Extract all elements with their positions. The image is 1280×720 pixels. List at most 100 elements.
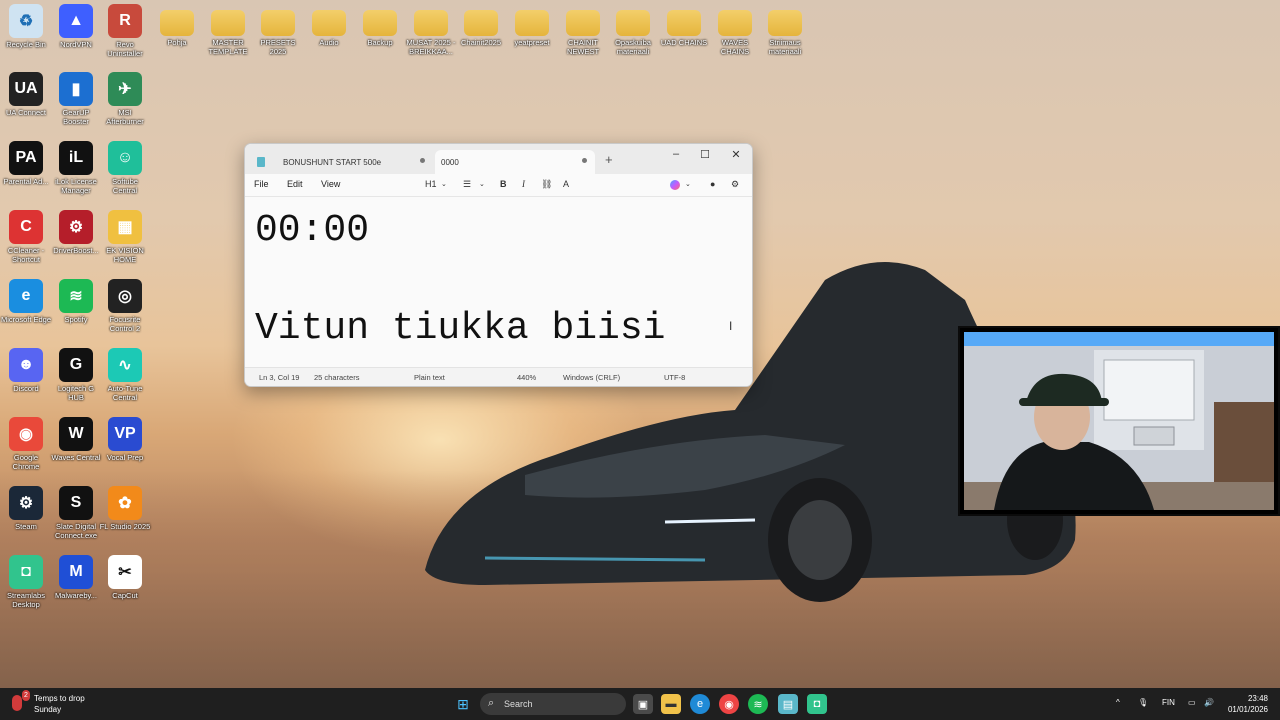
weather-widget[interactable]: 2 Temps to drop Sunday bbox=[12, 690, 85, 715]
microphone-icon[interactable]: 🎙 bbox=[1138, 698, 1148, 707]
driverbooster-icon: ⚙ bbox=[59, 210, 93, 244]
tab-0000[interactable]: 0000 bbox=[435, 150, 595, 174]
link-icon[interactable]: ⛓ bbox=[541, 179, 552, 190]
minimize-button[interactable]: – bbox=[666, 148, 686, 160]
desktop-icon[interactable]: ☺ Softube Central bbox=[99, 141, 151, 195]
desktop-icon[interactable]: ◘ Streamlabs Desktop bbox=[0, 555, 52, 609]
notepad-window: BONUSHUNT START 500e 0000 + – ☐ ✕ File E… bbox=[244, 143, 753, 387]
desktop-icon[interactable]: ▦ EK VISION HOME bbox=[99, 210, 151, 264]
status-char-count: 25 characters bbox=[314, 373, 360, 382]
desktop-icon[interactable]: iL iLok License Manager bbox=[50, 141, 102, 195]
desktop-icon[interactable]: UAD CHAINS bbox=[658, 4, 710, 47]
desktop-icon[interactable]: ☻ Discord bbox=[0, 348, 52, 393]
desktop-icon[interactable]: Opaskuiba materiaali bbox=[607, 4, 659, 56]
thermometer-icon bbox=[12, 695, 22, 711]
desktop-icon[interactable]: C CCleaner - Shortcut bbox=[0, 210, 52, 264]
notepad-icon[interactable]: ▤ bbox=[778, 694, 798, 714]
desktop-icon[interactable]: ▲ NordVPN bbox=[50, 4, 102, 49]
file-explorer-icon[interactable]: ▬ bbox=[661, 694, 681, 714]
folder-icon bbox=[718, 10, 752, 36]
close-button[interactable]: ✕ bbox=[726, 148, 746, 161]
desktop-icon-label: Opaskuiba materiaali bbox=[615, 38, 651, 56]
list-icon[interactable]: ☰ bbox=[463, 179, 471, 190]
desktop-icon[interactable]: Pohja bbox=[151, 4, 203, 47]
webcam-overlay bbox=[958, 326, 1280, 516]
folder-icon bbox=[464, 10, 498, 36]
webcam-feed bbox=[964, 332, 1274, 510]
language-indicator[interactable]: FIN bbox=[1162, 698, 1175, 707]
copilot-icon[interactable] bbox=[670, 180, 680, 190]
volume-icon[interactable]: 🔊 bbox=[1204, 698, 1214, 707]
desktop-icon-label: iLok License Manager bbox=[55, 177, 97, 195]
taskbar-search[interactable]: ⌕ Search bbox=[480, 693, 626, 715]
desktop-icon[interactable]: Chainit2025 bbox=[455, 4, 507, 47]
desktop-icon[interactable]: MASTER TEMPLATE bbox=[202, 4, 254, 56]
logitech-icon: G bbox=[59, 348, 93, 382]
desktop-icon[interactable]: ◎ Focusrite Control 2 bbox=[99, 279, 151, 333]
text-line-3: Vitun tiukka biisi bbox=[255, 307, 666, 350]
desktop-icon-label: Spotify bbox=[64, 315, 88, 324]
bold-button[interactable]: B bbox=[500, 179, 507, 189]
new-tab-button[interactable]: + bbox=[605, 152, 613, 167]
desktop-icon[interactable]: ◉ Google Chrome bbox=[0, 417, 52, 471]
chevron-down-icon: ⌄ bbox=[441, 181, 447, 188]
desktop-icon[interactable]: ♻ Recycle Bin bbox=[0, 4, 52, 49]
maximize-button[interactable]: ☐ bbox=[695, 148, 715, 161]
desktop-icon-label: Streamlabs Desktop bbox=[7, 591, 45, 609]
start-windows-icon[interactable]: ⊞ bbox=[453, 694, 473, 714]
desktop-icon[interactable]: ✂ CapCut bbox=[99, 555, 151, 600]
italic-button[interactable]: I bbox=[522, 179, 525, 189]
desktop-icon[interactable]: e Microsoft Edge bbox=[0, 279, 52, 324]
desktop-icon[interactable]: W Waves Central bbox=[50, 417, 102, 462]
desktop-icon[interactable]: ∿ Auto-Tune Central bbox=[99, 348, 151, 402]
nordvpn-icon: ▲ bbox=[59, 4, 93, 38]
desktop-icon[interactable]: Audio bbox=[303, 4, 355, 47]
desktop-icon-label: UAD CHAINS bbox=[660, 38, 708, 47]
desktop-icon[interactable]: ⚙ Steam bbox=[0, 486, 52, 531]
desktop-icon[interactable]: M Malwareby... bbox=[50, 555, 102, 600]
chevron-up-icon[interactable]: ^ bbox=[1116, 698, 1120, 707]
desktop-icon[interactable]: WAVES CHAINS bbox=[709, 4, 761, 56]
desktop-icon[interactable]: ▮ GearUP Booster bbox=[50, 72, 102, 126]
desktop-icon[interactable]: VP Vocal Prep bbox=[99, 417, 151, 462]
menu-view[interactable]: View bbox=[321, 179, 340, 189]
desktop-icon[interactable]: Backup bbox=[354, 4, 406, 47]
streamlabs-icon[interactable]: ◘ bbox=[807, 694, 827, 714]
tab-bonushunt[interactable]: BONUSHUNT START 500e bbox=[251, 150, 433, 174]
network-icon[interactable]: ▭ bbox=[1188, 698, 1196, 707]
task-view-icon[interactable]: ▣ bbox=[633, 694, 653, 714]
desktop-icon[interactable]: S Slate Digital Connect.exe bbox=[50, 486, 102, 540]
desktop-icon-label: MUSAT 2025 - BREIKKAA... bbox=[406, 38, 456, 56]
recycle-bin-icon: ♻ bbox=[9, 4, 43, 38]
heading-dropdown[interactable]: H1 bbox=[425, 179, 437, 189]
desktop-icon[interactable]: yeatpreset bbox=[506, 4, 558, 47]
desktop-icon[interactable]: MUSAT 2025 - BREIKKAA... bbox=[405, 4, 457, 56]
menu-edit[interactable]: Edit bbox=[287, 179, 303, 189]
desktop-icon[interactable]: UA UA Connect bbox=[0, 72, 52, 117]
autotune-icon: ∿ bbox=[108, 348, 142, 382]
text-editor[interactable]: 00:00 Vitun tiukka biisi I bbox=[245, 197, 752, 367]
menu-file[interactable]: File bbox=[254, 179, 269, 189]
clock[interactable]: 23:48 01/01/2026 bbox=[1222, 693, 1268, 715]
notepad-icon bbox=[257, 157, 265, 167]
clear-format-icon[interactable]: A bbox=[563, 179, 569, 189]
desktop-icon[interactable]: ⚙ DriverBoost... bbox=[50, 210, 102, 255]
chrome-icon[interactable]: ◉ bbox=[719, 694, 739, 714]
account-icon[interactable]: ● bbox=[710, 179, 715, 189]
slate-digital-icon: S bbox=[59, 486, 93, 520]
desktop-icon[interactable]: ≋ Spotify bbox=[50, 279, 102, 324]
desktop-icon[interactable]: Striimaus materiaali bbox=[759, 4, 811, 56]
desktop-icon[interactable]: R Revo Uninstaller bbox=[99, 4, 151, 58]
desktop-icon[interactable]: PRESETS 2025 bbox=[252, 4, 304, 56]
desktop-icon[interactable]: ✿ FL Studio 2025 bbox=[99, 486, 151, 531]
desktop-icon-label: Google Chrome bbox=[12, 453, 40, 471]
discord-icon: ☻ bbox=[9, 348, 43, 382]
desktop-icon[interactable]: G Logitech G HUB bbox=[50, 348, 102, 402]
edge-icon[interactable]: e bbox=[690, 694, 710, 714]
spotify-icon[interactable]: ≋ bbox=[748, 694, 768, 714]
desktop-icon[interactable]: CHAINIT NEWEST bbox=[557, 4, 609, 56]
desktop-icon[interactable]: ✈ MSI Afterburner bbox=[99, 72, 151, 126]
desktop-icon[interactable]: PA Parental Ad... bbox=[0, 141, 52, 186]
status-zoom[interactable]: 440% bbox=[517, 373, 536, 382]
settings-gear-icon[interactable]: ⚙ bbox=[731, 179, 739, 190]
